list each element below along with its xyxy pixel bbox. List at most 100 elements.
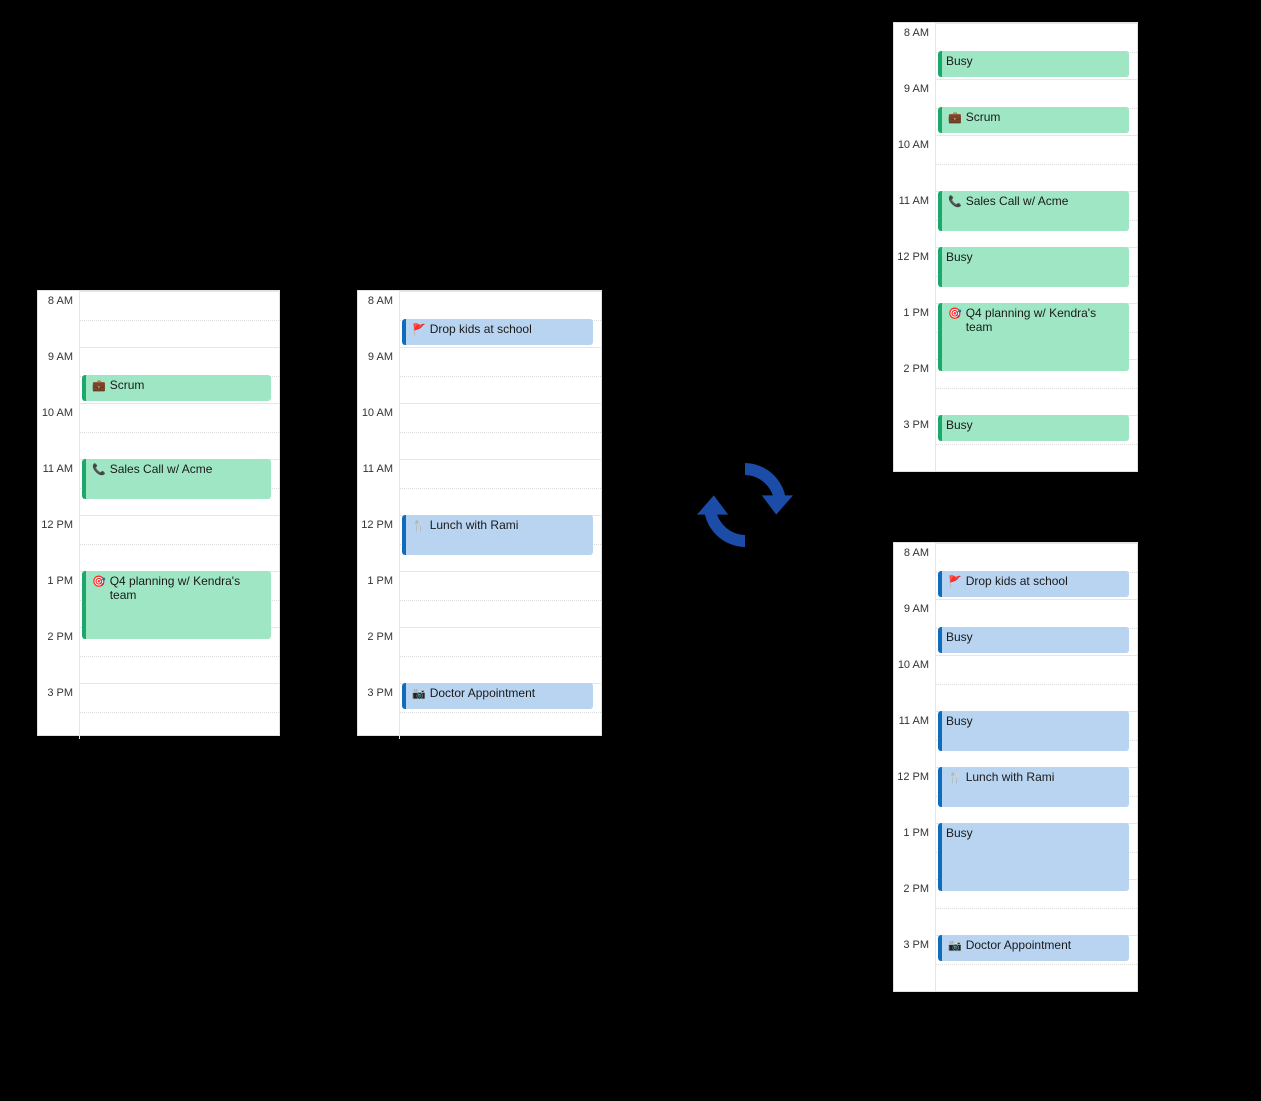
event-stripe	[938, 935, 942, 961]
calendar-event[interactable]: 🎯 Q4 planning w/ Kendra's team	[82, 571, 271, 639]
hour-label: 3 PM	[358, 683, 400, 739]
calendar-personal-synced: 8 AM9 AM10 AM11 AM12 PM1 PM2 PM3 PM🚩Drop…	[893, 542, 1138, 992]
hour-label: 10 AM	[894, 655, 936, 711]
hour-label: 3 PM	[894, 935, 936, 991]
event-stripe	[938, 247, 942, 287]
event-title: Lunch with Rami	[966, 770, 1055, 784]
event-stripe	[82, 459, 86, 499]
hour-label: 10 AM	[894, 135, 936, 191]
hour-label: 12 PM	[358, 515, 400, 571]
event-stripe	[938, 415, 942, 441]
event-stripe	[402, 683, 406, 709]
events-layer: 💼 Scrum 📞 Sales Call w/ Acme 🎯 Q4 planning w/…	[80, 291, 275, 735]
event-stripe	[938, 107, 942, 133]
event-title: Busy	[946, 630, 973, 644]
flag-icon: 🚩	[412, 323, 426, 336]
calendar-event[interactable]: 📞 Sales Call w/ Acme	[938, 191, 1129, 231]
briefcase-icon: 💼	[92, 379, 106, 392]
hour-label: 1 PM	[38, 571, 80, 627]
event-title: Sales Call w/ Acme	[966, 194, 1069, 208]
hour-label: 11 AM	[894, 711, 936, 767]
event-title: Busy	[946, 826, 973, 840]
target-icon: 🎯	[948, 307, 962, 320]
calendar-event[interactable]: 🍴 Lunch with Rami	[402, 515, 593, 555]
calendar-event[interactable]: Busy	[938, 823, 1129, 891]
calendar-event[interactable]: Busy	[938, 415, 1129, 441]
hour-label: 1 PM	[894, 823, 936, 879]
event-title: Busy	[946, 250, 973, 264]
event-title: Scrum	[110, 378, 145, 392]
hour-label: 11 AM	[894, 191, 936, 247]
events-layer: Busy 💼 Scrum 📞 Sales Call w/ Acme Busy 🎯 Q4 pla…	[936, 23, 1133, 471]
event-stripe	[938, 51, 942, 77]
hour-label: 9 AM	[38, 347, 80, 403]
food-icon: 🍴	[412, 519, 426, 532]
event-stripe	[82, 375, 86, 401]
calendar-event[interactable]: 💼 Scrum	[938, 107, 1129, 133]
event-title: Busy	[946, 714, 973, 728]
flag-icon: 🚩	[948, 575, 962, 588]
event-title: Busy	[946, 54, 973, 68]
hour-label: 11 AM	[38, 459, 80, 515]
hour-label: 8 AM	[894, 23, 936, 79]
event-title: Drop kids at school	[430, 322, 532, 336]
briefcase-icon: 💼	[948, 111, 962, 124]
phone-icon: 📞	[92, 463, 106, 476]
event-title: Q4 planning w/ Kendra's team	[966, 306, 1123, 334]
hour-label: 3 PM	[894, 415, 936, 471]
calendar-event[interactable]: 📞 Sales Call w/ Acme	[82, 459, 271, 499]
event-stripe	[938, 823, 942, 891]
hour-label: 8 AM	[358, 291, 400, 347]
calendar-work-synced: 8 AM9 AM10 AM11 AM12 PM1 PM2 PM3 PMBusy💼…	[893, 22, 1138, 472]
calendar-event[interactable]: Busy	[938, 247, 1129, 287]
calendar-event[interactable]: Busy	[938, 711, 1129, 751]
event-stripe	[938, 303, 942, 371]
hour-label: 11 AM	[358, 459, 400, 515]
event-title: Lunch with Rami	[430, 518, 519, 532]
hour-label: 10 AM	[358, 403, 400, 459]
hour-label: 12 PM	[38, 515, 80, 571]
event-title: Doctor Appointment	[966, 938, 1071, 952]
event-stripe	[82, 571, 86, 639]
food-icon: 🍴	[948, 771, 962, 784]
hour-label: 8 AM	[38, 291, 80, 347]
hour-label: 9 AM	[358, 347, 400, 403]
calendar-event[interactable]: 🚩 Drop kids at school	[402, 319, 593, 345]
hour-label: 2 PM	[358, 627, 400, 683]
calendar-event[interactable]: 📷Doctor Appointment	[938, 935, 1129, 961]
phone-icon: 📞	[948, 195, 962, 208]
calendar-event[interactable]: Busy	[938, 51, 1129, 77]
event-stripe	[402, 319, 406, 345]
hour-label: 2 PM	[894, 879, 936, 935]
hour-label: 10 AM	[38, 403, 80, 459]
hour-label: 12 PM	[894, 247, 936, 303]
event-title: Scrum	[966, 110, 1001, 124]
event-title: Sales Call w/ Acme	[110, 462, 213, 476]
hour-label: 1 PM	[894, 303, 936, 359]
hour-label: 9 AM	[894, 599, 936, 655]
calendar-event[interactable]: 🍴 Lunch with Rami	[938, 767, 1129, 807]
events-layer: 🚩 Drop kids at school 🍴 Lunch with Rami 📷Doc…	[400, 291, 597, 735]
calendar-event[interactable]: Busy	[938, 627, 1129, 653]
hour-label: 8 AM	[894, 543, 936, 599]
events-layer: 🚩 Drop kids at school Busy Busy 🍴 Lunch with …	[936, 543, 1133, 991]
event-stripe	[938, 191, 942, 231]
event-stripe	[402, 515, 406, 555]
calendar-event[interactable]: 📷Doctor Appointment	[402, 683, 593, 709]
event-title: Drop kids at school	[966, 574, 1068, 588]
sync-icon	[670, 445, 820, 565]
calendar-personal-source: 8 AM9 AM10 AM11 AM12 PM1 PM2 PM3 PM🚩Drop…	[357, 290, 602, 736]
calendar-event[interactable]: 🎯 Q4 planning w/ Kendra's team	[938, 303, 1129, 371]
hour-label: 2 PM	[894, 359, 936, 415]
calendar-work-source: 8 AM9 AM10 AM11 AM12 PM1 PM2 PM3 PM💼Scru…	[37, 290, 280, 736]
calendar-event[interactable]: 🚩 Drop kids at school	[938, 571, 1129, 597]
event-stripe	[938, 571, 942, 597]
event-stripe	[938, 627, 942, 653]
target-icon: 🎯	[92, 575, 106, 588]
calendar-event[interactable]: 💼 Scrum	[82, 375, 271, 401]
event-title: Q4 planning w/ Kendra's team	[110, 574, 265, 602]
event-stripe	[938, 767, 942, 807]
event-title: Doctor Appointment	[430, 686, 535, 700]
hour-label: 9 AM	[894, 79, 936, 135]
hour-label: 2 PM	[38, 627, 80, 683]
